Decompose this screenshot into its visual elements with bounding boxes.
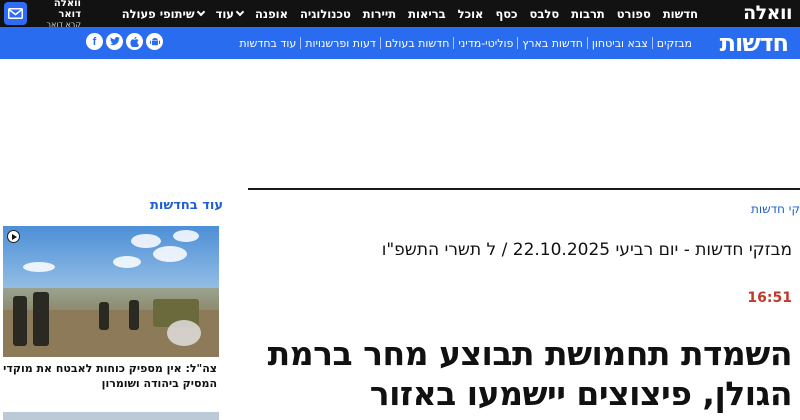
image-soldier <box>99 302 109 330</box>
news-card[interactable]: צה"ל: אין מספיק כוחות לאבטח את מוקדי המס… <box>3 226 219 391</box>
news-card-image[interactable] <box>3 412 219 420</box>
apple-icon[interactable] <box>126 33 143 50</box>
flash-headline[interactable]: השמדת תחמושת תבוצע מחר ברמת הגולן, פיצוצ… <box>252 334 793 414</box>
mail-text[interactable]: וואלה דואר קרא דואר <box>31 0 82 30</box>
nav-item-fashion[interactable]: אופנה <box>249 7 294 21</box>
nav-item-sport[interactable]: ספורט <box>611 7 657 21</box>
breadcrumb[interactable]: קי חדשות <box>751 202 800 216</box>
flash-time: 16:51 <box>747 290 792 306</box>
image-smoke <box>167 320 201 346</box>
section-title[interactable]: חדשות <box>720 27 789 59</box>
image-soldier <box>129 300 139 330</box>
play-icon[interactable] <box>7 230 20 243</box>
nav-item-more-label: עוד <box>215 6 234 21</box>
nav-item-food[interactable]: אוכל <box>452 7 490 21</box>
nav-item-celebs[interactable]: סלבס <box>524 7 566 21</box>
subnav-item-world[interactable]: חדשות בעולם <box>381 37 454 50</box>
twitter-icon[interactable] <box>106 33 123 50</box>
subnav-item-army[interactable]: צבא וביטחון <box>588 37 652 50</box>
subnav-item-opinions[interactable]: דעות ופרשנויות <box>301 37 380 50</box>
nav-item-partners[interactable]: שיתופי פעולה <box>116 7 210 21</box>
page-title: מבזקי חדשות - יום רביעי 22.10.2025 / ל ת… <box>381 240 792 260</box>
nav-item-culture[interactable]: תרבות <box>565 7 611 21</box>
chevron-down-icon <box>196 7 205 17</box>
facebook-icon[interactable]: f <box>86 33 103 50</box>
mail-widget[interactable]: וואלה דואר קרא דואר <box>0 0 82 30</box>
news-card-caption[interactable]: צה"ל: אין מספיק כוחות לאבטח את מוקדי המס… <box>3 361 219 391</box>
image-soldier <box>33 292 49 346</box>
news-card-image[interactable] <box>3 226 219 357</box>
chevron-down-icon <box>235 7 245 17</box>
mail-title: וואלה דואר <box>53 0 81 20</box>
subnav-item-local[interactable]: חדשות בארץ <box>518 37 587 50</box>
nav-item-tech[interactable]: טכנולוגיה <box>294 7 357 21</box>
section-bar: חדשות מבזקים צבא וביטחון חדשות בארץ פולי… <box>0 27 800 59</box>
nav-item-money[interactable]: כסף <box>489 7 523 21</box>
sidebar-title[interactable]: עוד בחדשות <box>150 198 223 213</box>
nav-item-health[interactable]: בריאות <box>402 7 452 21</box>
image-cloud <box>113 256 141 268</box>
image-cloud <box>131 234 161 248</box>
image-soldier <box>13 296 27 346</box>
nav-item-more[interactable]: עוד <box>210 7 249 21</box>
section-subnav: מבזקים צבא וביטחון חדשות בארץ פוליטי-מדי… <box>235 27 696 59</box>
subnav-item-flashes[interactable]: מבזקים <box>653 37 696 50</box>
nav-item-tourism[interactable]: תיירות <box>357 7 402 21</box>
image-cloud <box>23 262 55 272</box>
social-links: f <box>86 33 163 50</box>
nav-item-partners-label: שיתופי פעולה <box>121 6 195 21</box>
subnav-item-more-news[interactable]: עוד בחדשות <box>235 37 300 50</box>
nav-item-news[interactable]: חדשות <box>657 7 704 21</box>
play-triangle <box>11 233 17 240</box>
envelope-icon <box>8 8 23 19</box>
image-cloud <box>153 246 187 262</box>
category-menu: חדשות ספורט תרבות סלבס כסף אוכל בריאות ת… <box>116 0 704 27</box>
subnav-item-politics[interactable]: פוליטי-מדיני <box>454 37 517 50</box>
walla-logo[interactable]: וואלה <box>743 0 792 27</box>
content-divider <box>248 188 800 190</box>
image-cloud <box>173 230 199 242</box>
android-icon[interactable] <box>146 33 163 50</box>
mail-button[interactable] <box>4 2 27 25</box>
top-navigation: וואלה חדשות ספורט תרבות סלבס כסף אוכל בר… <box>0 0 800 30</box>
